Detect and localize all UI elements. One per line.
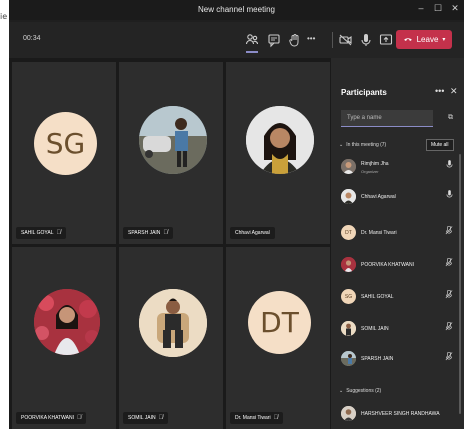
edge-text: ie: [0, 12, 8, 21]
participant-row[interactable]: SOMIL JAIN: [341, 318, 453, 344]
participant-name: SOMIL JAIN: [361, 326, 389, 332]
panel-scrollbar[interactable]: [459, 154, 461, 414]
toolbar-divider: [332, 32, 333, 48]
video-tile[interactable]: SOMIL JAIN 🎙̸: [119, 247, 223, 429]
participant-row[interactable]: DT Dr. Mansi Tiwari: [341, 222, 453, 248]
leave-button[interactable]: Leave ▾: [396, 30, 452, 49]
participant-name: SAHIL GOYAL: [21, 230, 54, 236]
participant-row[interactable]: POORVIKA KHATWANI: [341, 254, 453, 280]
avatar: DT: [341, 225, 356, 240]
participant-name: HARSHVEER SINGH RANDHAWA: [361, 411, 440, 417]
participant-name-tag: SAHIL GOYAL 🎙̸: [16, 227, 67, 239]
participant-name: Chhavi Agarwal: [361, 194, 396, 200]
avatar: [341, 189, 356, 204]
video-tile[interactable]: SPARSH JAIN 🎙̸: [119, 62, 223, 244]
chat-icon[interactable]: [266, 32, 282, 48]
avatar: [341, 257, 356, 272]
avatar: [139, 289, 207, 357]
participant-name: POORVIKA KHATWANI: [21, 415, 74, 421]
video-tile[interactable]: POORVIKA KHATWANI 🎙̸: [12, 247, 116, 429]
phone-hangup-icon: [403, 34, 413, 46]
avatar: [341, 406, 356, 421]
participant-name-tag: Dr. Mansi Tiwari 🎙̸: [230, 412, 284, 424]
video-tile[interactable]: SG SAHIL GOYAL 🎙̸: [12, 62, 116, 244]
participant-name: Dr. Mansi Tiwari: [235, 415, 271, 421]
mic-off-icon: 🎙̸: [158, 415, 164, 421]
microphone-icon: [446, 160, 453, 171]
participant-name: Dr. Mansi Tiwari: [361, 230, 397, 236]
panel-close-button[interactable]: ✕: [450, 86, 458, 97]
mic-off-icon: [445, 351, 453, 363]
suggestion-row[interactable]: HARSHVEER SINGH RANDHAWA: [341, 403, 453, 429]
meeting-timer: 00:34: [23, 35, 41, 42]
avatar: [341, 321, 356, 336]
mic-off-icon: [445, 321, 453, 333]
mute-all-button[interactable]: Mute all: [426, 139, 454, 151]
chevron-down-icon: ⌄: [339, 388, 344, 394]
mic-off-icon: 🎙̸: [76, 415, 82, 421]
participant-name: SPARSH JAIN: [128, 230, 161, 236]
video-grid: SG SAHIL GOYAL 🎙̸ SPARSH JAIN 🎙̸ Chhavi …: [9, 58, 331, 429]
participant-name: SPARSH JAIN: [361, 356, 394, 362]
participant-row[interactable]: SPARSH JAIN: [341, 348, 453, 374]
chevron-down-icon: ⌄: [339, 142, 344, 148]
participant-name: Rimjhim Jha: [361, 161, 389, 167]
participant-role: Organizer: [361, 169, 379, 174]
meeting-toolbar: 00:34 ••• Leave ▾: [9, 22, 464, 58]
participant-name-tag: Chhavi Agarwal: [230, 227, 275, 239]
title-bar: New channel meeting – ☐ ✕: [9, 0, 464, 20]
participant-name-tag: POORVIKA KHATWANI 🎙̸: [16, 412, 87, 424]
suggestions-section-header[interactable]: ⌄ Suggestions (2): [339, 388, 381, 394]
panel-title: Participants: [341, 88, 387, 97]
minimize-button[interactable]: –: [414, 3, 428, 13]
microphone-icon[interactable]: [358, 32, 374, 48]
more-actions-button[interactable]: •••: [307, 34, 323, 50]
participant-search-input[interactable]: Type a name: [341, 110, 433, 127]
participant-name: Chhavi Agarwal: [235, 230, 270, 236]
avatar: SG: [34, 112, 97, 175]
avatar: SG: [341, 289, 356, 304]
window-title: New channel meeting: [198, 5, 275, 14]
in-meeting-label: In this meeting (7): [346, 142, 387, 148]
participant-name-tag: SOMIL JAIN 🎙̸: [123, 412, 169, 424]
share-screen-icon[interactable]: [378, 32, 394, 48]
close-button[interactable]: ✕: [448, 3, 462, 14]
participant-name-tag: SPARSH JAIN 🎙̸: [123, 227, 173, 239]
video-tile[interactable]: DT Dr. Mansi Tiwari 🎙̸: [226, 247, 330, 429]
participant-row[interactable]: Chhavi Agarwal: [341, 186, 453, 212]
avatar: [341, 351, 356, 366]
suggestions-label: Suggestions (2): [346, 388, 382, 394]
mic-off-icon: 🎙̸: [56, 230, 62, 236]
microphone-icon: [446, 190, 453, 201]
share-invite-icon[interactable]: ⧉: [448, 114, 453, 122]
mic-off-icon: 🎙̸: [273, 415, 279, 421]
maximize-button[interactable]: ☐: [431, 3, 445, 14]
mic-off-icon: [445, 225, 453, 237]
participants-icon[interactable]: [244, 32, 260, 48]
chevron-down-icon: ▾: [442, 37, 446, 43]
participant-row[interactable]: Rimjhim Jha Organizer: [341, 156, 453, 182]
avatar: [34, 289, 100, 355]
panel-more-button[interactable]: •••: [435, 86, 444, 96]
in-meeting-section-header[interactable]: ⌄ In this meeting (7): [339, 142, 386, 148]
avatar: [246, 106, 314, 174]
participants-panel: Participants ••• ✕ Type a name ⧉ ⌄ In th…: [331, 58, 464, 429]
leave-label: Leave: [416, 35, 439, 44]
participant-row[interactable]: SG SAHIL GOYAL: [341, 286, 453, 312]
mic-off-icon: 🎙̸: [163, 230, 168, 236]
participant-name: SAHIL GOYAL: [361, 294, 394, 300]
mic-off-icon: [445, 289, 453, 301]
participant-name: SOMIL JAIN: [128, 415, 156, 421]
video-tile[interactable]: Chhavi Agarwal: [226, 62, 330, 244]
avatar: DT: [248, 291, 311, 354]
raise-hand-icon[interactable]: [287, 32, 303, 48]
teams-meeting-window: New channel meeting – ☐ ✕ 00:34 ••• Leav…: [9, 0, 464, 429]
participant-name: POORVIKA KHATWANI: [361, 262, 414, 268]
camera-off-icon[interactable]: [338, 32, 354, 48]
avatar: [139, 106, 207, 174]
avatar: [341, 159, 356, 174]
mic-off-icon: [445, 257, 453, 269]
active-tab-indicator: [246, 51, 258, 53]
